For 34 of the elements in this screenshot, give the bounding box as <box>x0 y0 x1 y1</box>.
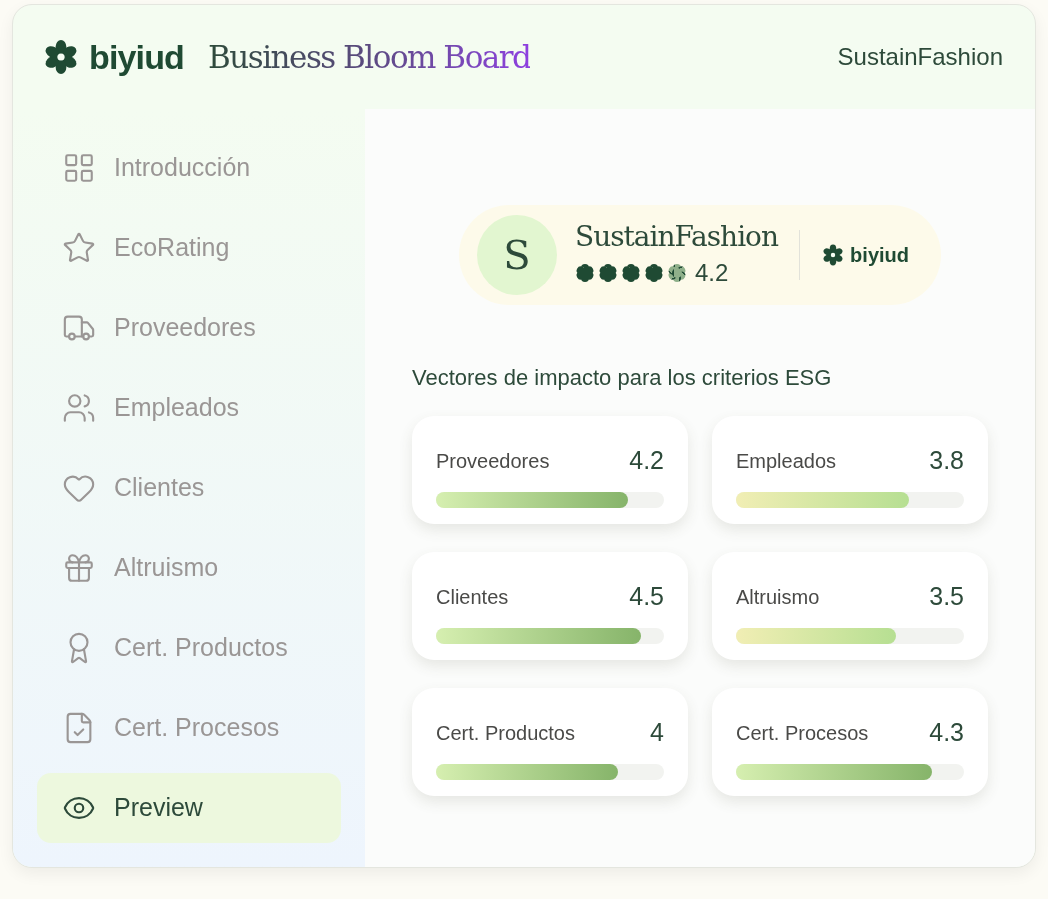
sidebar-item[interactable]: Empleados <box>37 373 341 443</box>
brand-name: biyiud <box>89 36 184 78</box>
nav-icon <box>62 551 96 585</box>
sidebar-item[interactable]: Preview <box>37 773 341 843</box>
nav-icon <box>62 151 96 185</box>
sidebar-item[interactable]: Clientes <box>37 453 341 523</box>
vector-label: Cert. Productos <box>436 720 575 746</box>
brand-name: biyiud <box>850 243 909 268</box>
sidebar-item[interactable]: Cert. Procesos <box>37 693 341 763</box>
sidebar-item[interactable]: Altruismo <box>37 533 341 603</box>
avatar: S <box>477 215 557 295</box>
logo-icon <box>43 39 79 75</box>
nav-icon <box>62 391 96 425</box>
vector-label: Altruismo <box>736 584 820 610</box>
sidebar-item[interactable]: Introducción <box>37 133 341 203</box>
vector-label: Clientes <box>436 584 509 610</box>
vector-label: Cert. Procesos <box>736 720 869 746</box>
section-title: Vectores de impacto para los criterios ESG <box>412 364 833 392</box>
vector-label: Proveedores <box>436 448 550 474</box>
sidebar-item[interactable]: Proveedores <box>37 293 341 363</box>
profile-name: SustainFashion <box>575 219 778 255</box>
vector-score: 4.3 <box>929 717 964 748</box>
sidebar-item[interactable]: EcoRating <box>37 213 341 283</box>
vector-score: 4 <box>650 717 664 748</box>
nav-icon <box>62 231 96 265</box>
vector-label: Empleados <box>736 448 837 474</box>
logo-icon <box>822 244 845 266</box>
vector-score: 3.8 <box>929 445 964 476</box>
rating-value: 4.2 <box>695 258 729 288</box>
company-name: SustainFashion <box>837 42 1003 72</box>
vector-score: 3.5 <box>929 581 964 612</box>
vector-score: 4.2 <box>629 445 664 476</box>
vector-score: 4.5 <box>629 581 664 612</box>
sidebar-item[interactable]: Cert. Productos <box>37 613 341 683</box>
